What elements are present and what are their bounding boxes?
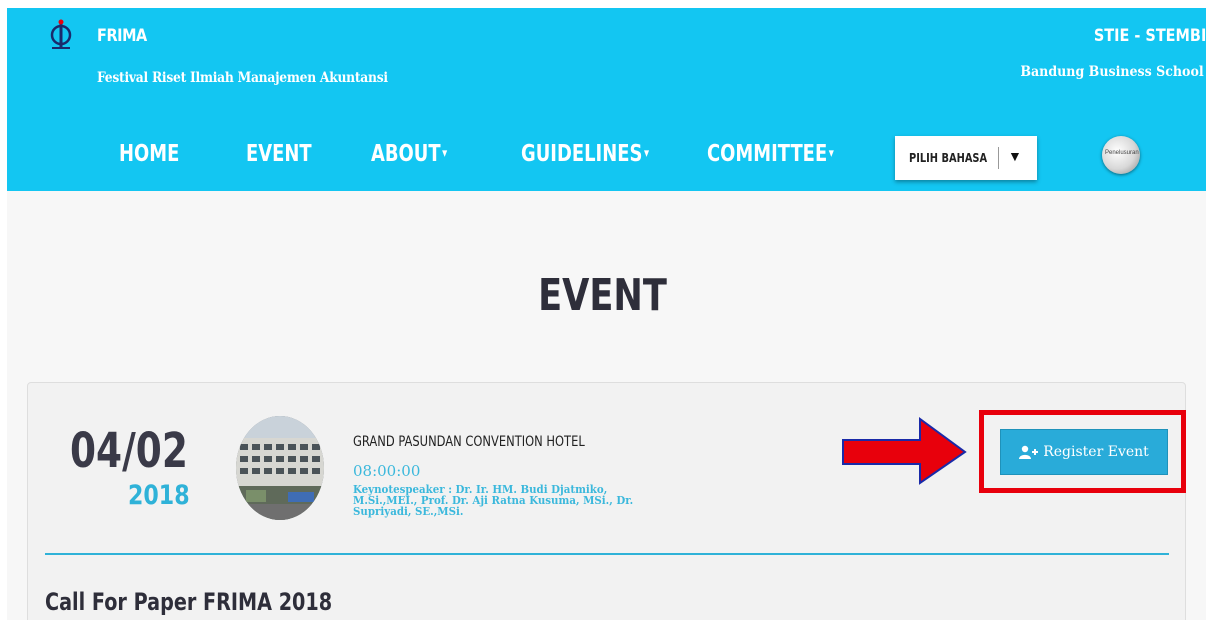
school-title: STIE - STEMBI (1093, 26, 1206, 46)
event-venue: GRAND PASUNDAN CONVENTION HOTEL (353, 434, 585, 450)
brand-subtitle: Festival Riset Ilmiah Manajemen Akuntans… (97, 70, 388, 86)
page-title: EVENT (0, 270, 1206, 321)
caret-down-icon: ▾ (442, 146, 448, 161)
nav-home-label: HOME (119, 141, 180, 167)
event-date-day-month: 04/02 (70, 423, 188, 479)
event-date-year: 2018 (128, 480, 190, 511)
language-divider (998, 147, 999, 169)
nav-committee[interactable]: COMMITTEE ▾ (707, 141, 834, 167)
event-title: Call For Paper FRIMA 2018 (45, 588, 333, 616)
nav-guidelines[interactable]: GUIDELINES ▾ (521, 141, 649, 167)
school-subtitle: Bandung Business School (1020, 64, 1204, 80)
caret-down-icon: ▾ (828, 146, 834, 161)
nav-committee-label: COMMITTEE (707, 141, 828, 167)
event-venue-photo (236, 416, 324, 520)
search-magnifier-icon[interactable]: Penelusuran (1102, 136, 1140, 174)
nav-guidelines-label: GUIDELINES (521, 141, 643, 167)
user-plus-icon (1019, 445, 1039, 459)
nav-about[interactable]: ABOUT ▾ (371, 141, 447, 167)
nav-home[interactable]: HOME (119, 141, 179, 167)
language-select-label: PILIH BAHASA (909, 151, 988, 165)
event-time: 08:00:00 (353, 462, 421, 480)
brand-title[interactable]: FRIMA (97, 26, 147, 46)
red-arrow-annotation-icon (842, 417, 967, 485)
nav-event-label: EVENT (246, 141, 312, 167)
frima-logo-icon[interactable] (48, 18, 74, 52)
nav-event[interactable]: EVENT (246, 141, 312, 167)
register-event-label: Register Event (1043, 444, 1149, 460)
page-title-text: EVENT (538, 270, 668, 321)
register-event-button[interactable]: Register Event (1000, 429, 1168, 475)
nav-about-label: ABOUT (371, 141, 441, 167)
caret-down-icon: ▾ (643, 146, 650, 161)
event-keynote: Keynotespeaker : Dr. Ir. HM. Budi Djatmi… (353, 483, 634, 518)
search-icon-text: Penelusuran (1105, 150, 1139, 156)
section-divider (45, 553, 1169, 555)
language-select[interactable]: PILIH BAHASA ▼ (895, 136, 1037, 180)
site-header: FRIMA Festival Riset Ilmiah Manajemen Ak… (7, 8, 1206, 191)
dropdown-arrow-icon: ▼ (1008, 148, 1022, 164)
